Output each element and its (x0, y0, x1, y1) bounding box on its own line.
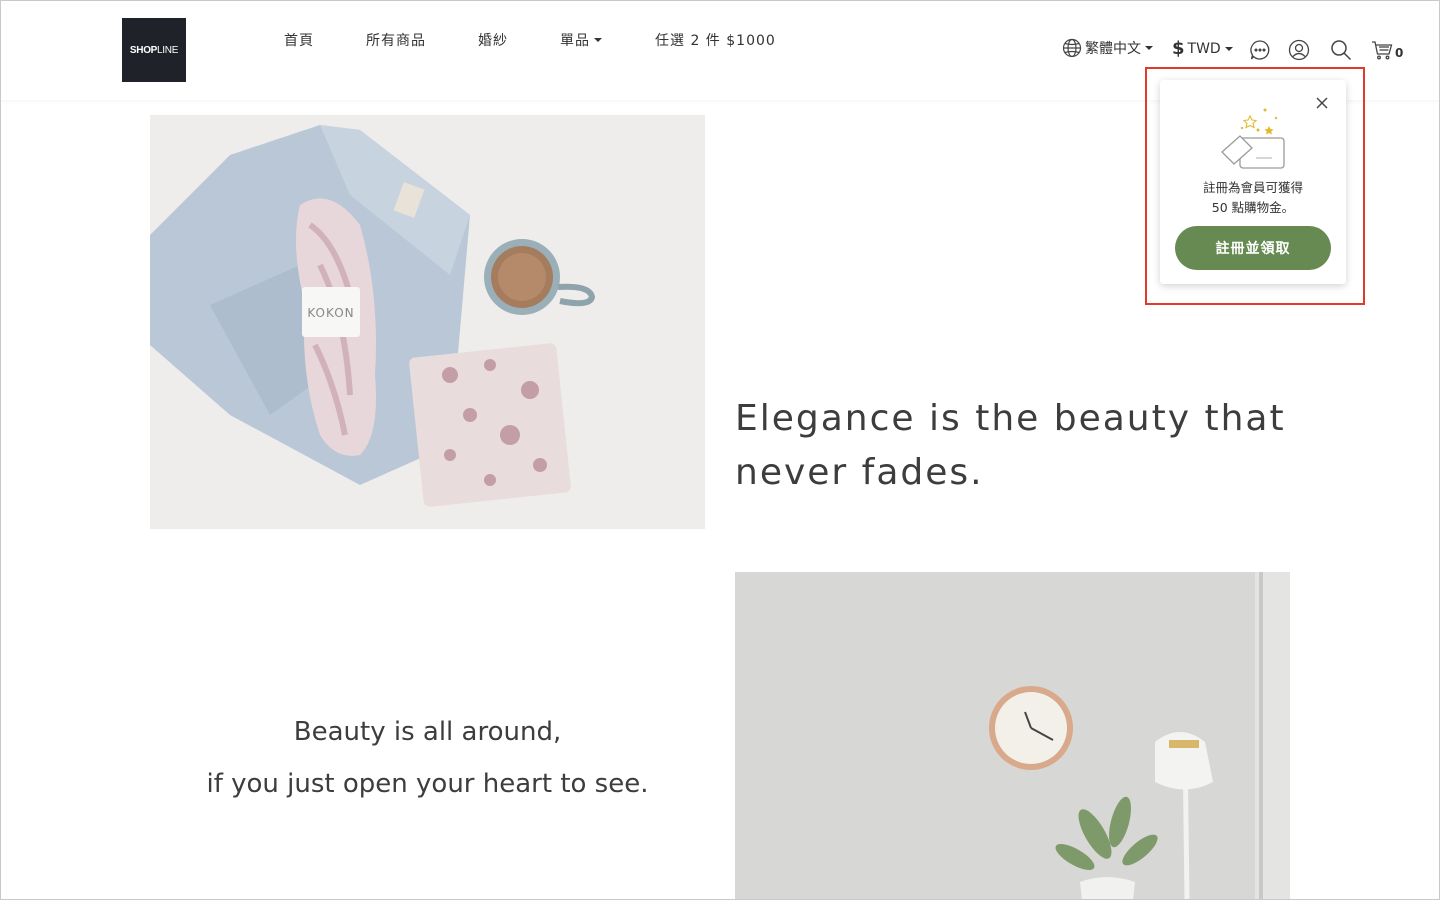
nav-all-products[interactable]: 所有商品 (366, 30, 426, 50)
nav-home[interactable]: 首頁 (284, 30, 314, 50)
nav-items-dropdown[interactable]: 單品 (560, 30, 602, 50)
chat-button[interactable] (1248, 38, 1272, 62)
account-button[interactable] (1287, 38, 1311, 62)
currency-selector[interactable]: $ TWD (1172, 38, 1233, 59)
popup-message-line1: 註冊為會員可獲得 (1202, 180, 1303, 195)
yarn-label-text: KOKON (307, 306, 354, 320)
close-icon[interactable] (1315, 96, 1329, 110)
popup-message: 註冊為會員可獲得 50 點購物金。 (1160, 178, 1346, 218)
wall-clock-image (735, 572, 1290, 900)
shopline-logo[interactable]: SHOP LINE (122, 18, 186, 82)
globe-icon (1062, 38, 1082, 58)
nav-promo[interactable]: 任選 2 件 $1000 (655, 30, 776, 50)
logo-thin: LINE (157, 44, 179, 56)
popup-message-line2: 50 點購物金。 (1211, 200, 1295, 215)
gift-box-icon (1221, 108, 1285, 169)
register-claim-button[interactable]: 註冊並領取 (1175, 226, 1331, 270)
nav-items-label: 單品 (560, 33, 590, 49)
account-icon (1288, 39, 1310, 61)
cart-count-badge: 0 (1395, 46, 1404, 60)
language-selector[interactable]: 繁體中文 (1062, 38, 1153, 58)
cart-icon (1372, 41, 1393, 60)
caret-down-icon (594, 38, 602, 42)
quote-elegance: Elegance is the beauty that never fades. (735, 398, 1286, 493)
quote-beauty: Beauty is all around, if you just open y… (150, 706, 705, 810)
quote-beauty-line2: if you just open your heart to see. (206, 769, 649, 799)
currency-label: TWD (1187, 40, 1221, 57)
member-signup-popup: 註冊為會員可獲得 50 點購物金。 註冊並領取 (1160, 80, 1346, 284)
nav-wedding-dress[interactable]: 婚紗 (478, 30, 508, 50)
dollar-icon: $ (1172, 38, 1185, 59)
caret-down-icon (1224, 46, 1233, 51)
chat-icon (1250, 40, 1270, 60)
caret-down-icon (1145, 46, 1153, 50)
logo-bold: SHOP (129, 44, 158, 56)
search-icon (1331, 40, 1352, 61)
flatlay-image: KOKON (150, 115, 705, 529)
search-button[interactable] (1329, 38, 1353, 62)
quote-beauty-line1: Beauty is all around, (293, 717, 562, 747)
cart-button[interactable] (1370, 38, 1394, 62)
language-label: 繁體中文 (1085, 41, 1141, 57)
